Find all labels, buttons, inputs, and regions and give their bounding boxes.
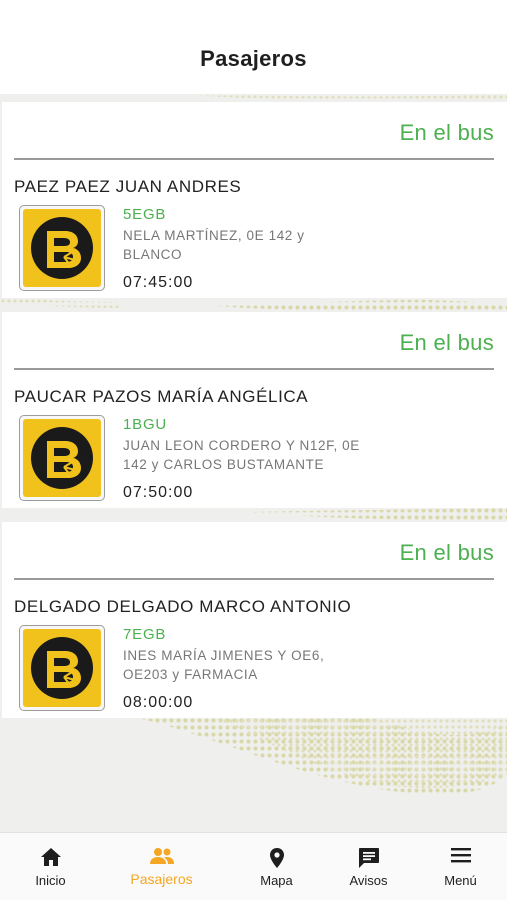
chat-icon [358, 848, 379, 868]
menu-icon [450, 848, 471, 863]
pickup-time: 07:45:00 [123, 274, 194, 291]
divider [14, 578, 494, 580]
tab-label: Avisos [349, 873, 388, 888]
bus-logo-icon [31, 637, 93, 699]
tab-menu[interactable]: Menú [410, 833, 507, 901]
map-pin-icon [269, 848, 284, 868]
app-header: Pasajeros [0, 0, 507, 94]
home-icon [40, 848, 61, 866]
passenger-name: PAUCAR PAZOS MARÍA ANGÉLICA [14, 387, 309, 406]
passenger-card[interactable]: En el bus PAUCAR PAZOS MARÍA ANGÉLICA 1B… [2, 312, 507, 508]
tab-avisos[interactable]: Avisos [318, 833, 419, 901]
bus-logo-icon [31, 427, 93, 489]
tab-label: Mapa [260, 873, 293, 888]
bus-logo-icon [31, 217, 93, 279]
course-label: 1BGU [123, 416, 168, 433]
school-logo [19, 625, 105, 711]
status-label: En el bus [399, 330, 494, 355]
divider [14, 158, 494, 160]
address-text: NELA MARTÍNEZ, 0E 142 y BLANCO [123, 228, 305, 262]
passenger-name: PAEZ PAEZ JUAN ANDRES [14, 177, 242, 196]
passenger-name: DELGADO DELGADO MARCO ANTONIO [14, 597, 352, 616]
divider [14, 368, 494, 370]
course-label: 7EGB [123, 626, 167, 643]
tab-label: Pasajeros [130, 871, 193, 887]
address-text: INES MARÍA JIMENES Y OE6, OE203 y FARMAC… [123, 648, 325, 682]
school-logo [19, 415, 105, 501]
tab-label: Inicio [35, 873, 66, 888]
tab-mapa[interactable]: Mapa [226, 833, 327, 901]
tab-label: Menú [444, 873, 477, 888]
tab-inicio[interactable]: Inicio [0, 833, 101, 901]
pickup-time: 08:00:00 [123, 694, 194, 711]
pickup-time: 07:50:00 [123, 484, 194, 501]
passenger-card[interactable]: En el bus PAEZ PAEZ JUAN ANDRES 5EGB NEL… [2, 102, 507, 298]
passenger-card[interactable]: En el bus DELGADO DELGADO MARCO ANTONIO … [2, 522, 507, 718]
school-logo [19, 205, 105, 291]
passenger-list[interactable]: En el bus PAEZ PAEZ JUAN ANDRES 5EGB NEL… [0, 94, 507, 832]
people-icon [149, 848, 174, 864]
page-title: Pasajeros [200, 46, 307, 71]
course-label: 5EGB [123, 206, 167, 223]
status-label: En el bus [399, 120, 494, 145]
bottom-tab-bar: Inicio Pasajeros Mapa Avisos Menú [0, 832, 507, 900]
tab-pasajeros[interactable]: Pasajeros [111, 833, 212, 901]
status-label: En el bus [399, 540, 494, 565]
address-text: JUAN LEON CORDERO Y N12F, 0E 142 y CARLO… [123, 438, 360, 472]
